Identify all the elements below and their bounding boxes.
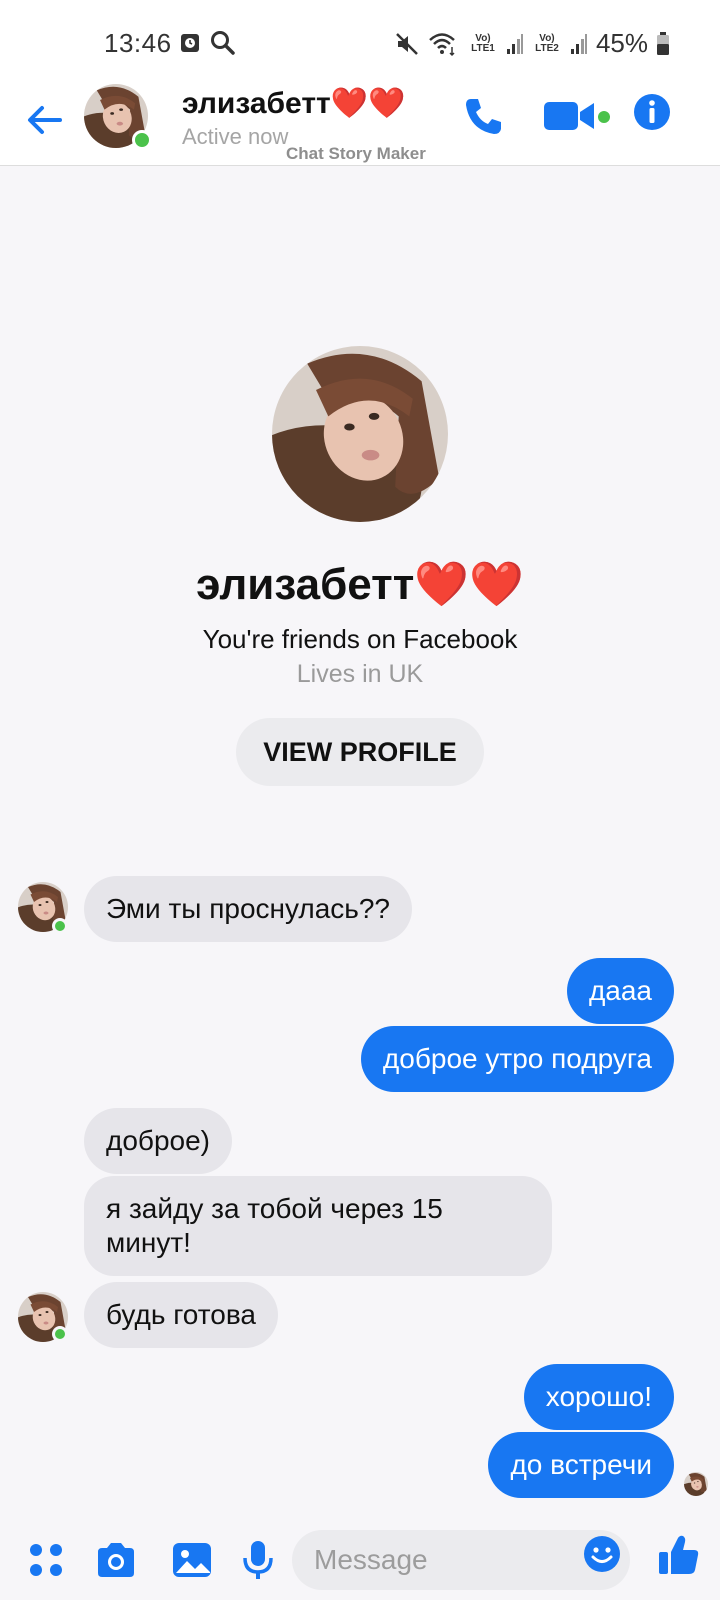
message-bubble-incoming[interactable]: будь готова bbox=[84, 1282, 278, 1348]
gallery-icon[interactable] bbox=[170, 1538, 214, 1582]
info-icon[interactable] bbox=[632, 92, 672, 132]
watermark: Chat Story Maker bbox=[286, 144, 426, 163]
message-bubble-outgoing[interactable]: дааа bbox=[566, 958, 674, 1024]
online-indicator bbox=[132, 130, 152, 150]
message-bubble-incoming[interactable]: я зайду за тобой через 15 минут! bbox=[84, 1176, 552, 1276]
message-bubble-outgoing[interactable]: доброе утро подруга bbox=[360, 1026, 674, 1092]
sim2-label: Vo) LTE2 bbox=[535, 32, 559, 54]
signal-icon bbox=[506, 33, 523, 54]
thumbs-up-icon[interactable] bbox=[656, 1532, 702, 1578]
search-icon bbox=[211, 31, 235, 55]
chat-header: элизабетт❤️❤️ Active now Chat Story Make… bbox=[0, 88, 720, 166]
view-profile-button[interactable]: VIEW PROFILE bbox=[236, 718, 484, 786]
mute-icon bbox=[396, 32, 418, 55]
contact-name[interactable]: элизабетт❤️❤️ bbox=[182, 86, 405, 121]
camera-icon[interactable] bbox=[94, 1538, 138, 1582]
microphone-icon[interactable] bbox=[236, 1538, 280, 1582]
wifi-icon bbox=[429, 32, 455, 56]
profile-name: элизабетт❤️❤️ bbox=[196, 560, 524, 609]
message-bubble-outgoing[interactable]: до встречи bbox=[488, 1432, 674, 1498]
alarm-icon bbox=[181, 34, 199, 52]
video-online-dot bbox=[598, 111, 610, 123]
menu-dots-icon[interactable] bbox=[24, 1538, 68, 1582]
read-receipt-avatar bbox=[684, 1472, 708, 1496]
sim1-label: Vo) LTE1 bbox=[471, 32, 495, 54]
friends-info: You're friends on Facebook bbox=[202, 624, 518, 654]
online-indicator bbox=[52, 918, 68, 934]
signal-icon bbox=[570, 33, 587, 54]
online-indicator bbox=[52, 1326, 68, 1342]
composer-bar bbox=[0, 1520, 720, 1600]
status-bar: 13:46 Vo) LTE1 Vo) LTE2 45% bbox=[0, 0, 720, 88]
phone-call-icon[interactable] bbox=[462, 94, 506, 138]
status-time: 13:46 bbox=[104, 28, 172, 58]
emoji-icon[interactable] bbox=[582, 1534, 622, 1574]
message-input[interactable] bbox=[292, 1530, 630, 1590]
active-status: Active now bbox=[182, 124, 289, 149]
message-bubble-incoming[interactable]: доброе) bbox=[84, 1108, 232, 1174]
location-info: Lives in UK bbox=[296, 660, 424, 688]
battery-percent: 45% bbox=[595, 28, 648, 58]
message-bubble-incoming[interactable]: Эми ты проснулась?? bbox=[84, 876, 413, 942]
profile-avatar[interactable] bbox=[272, 346, 448, 522]
battery-icon bbox=[657, 31, 669, 55]
message-bubble-outgoing[interactable]: хорошо! bbox=[523, 1364, 674, 1430]
video-call-icon[interactable] bbox=[544, 98, 596, 134]
back-arrow-icon[interactable] bbox=[24, 100, 64, 140]
